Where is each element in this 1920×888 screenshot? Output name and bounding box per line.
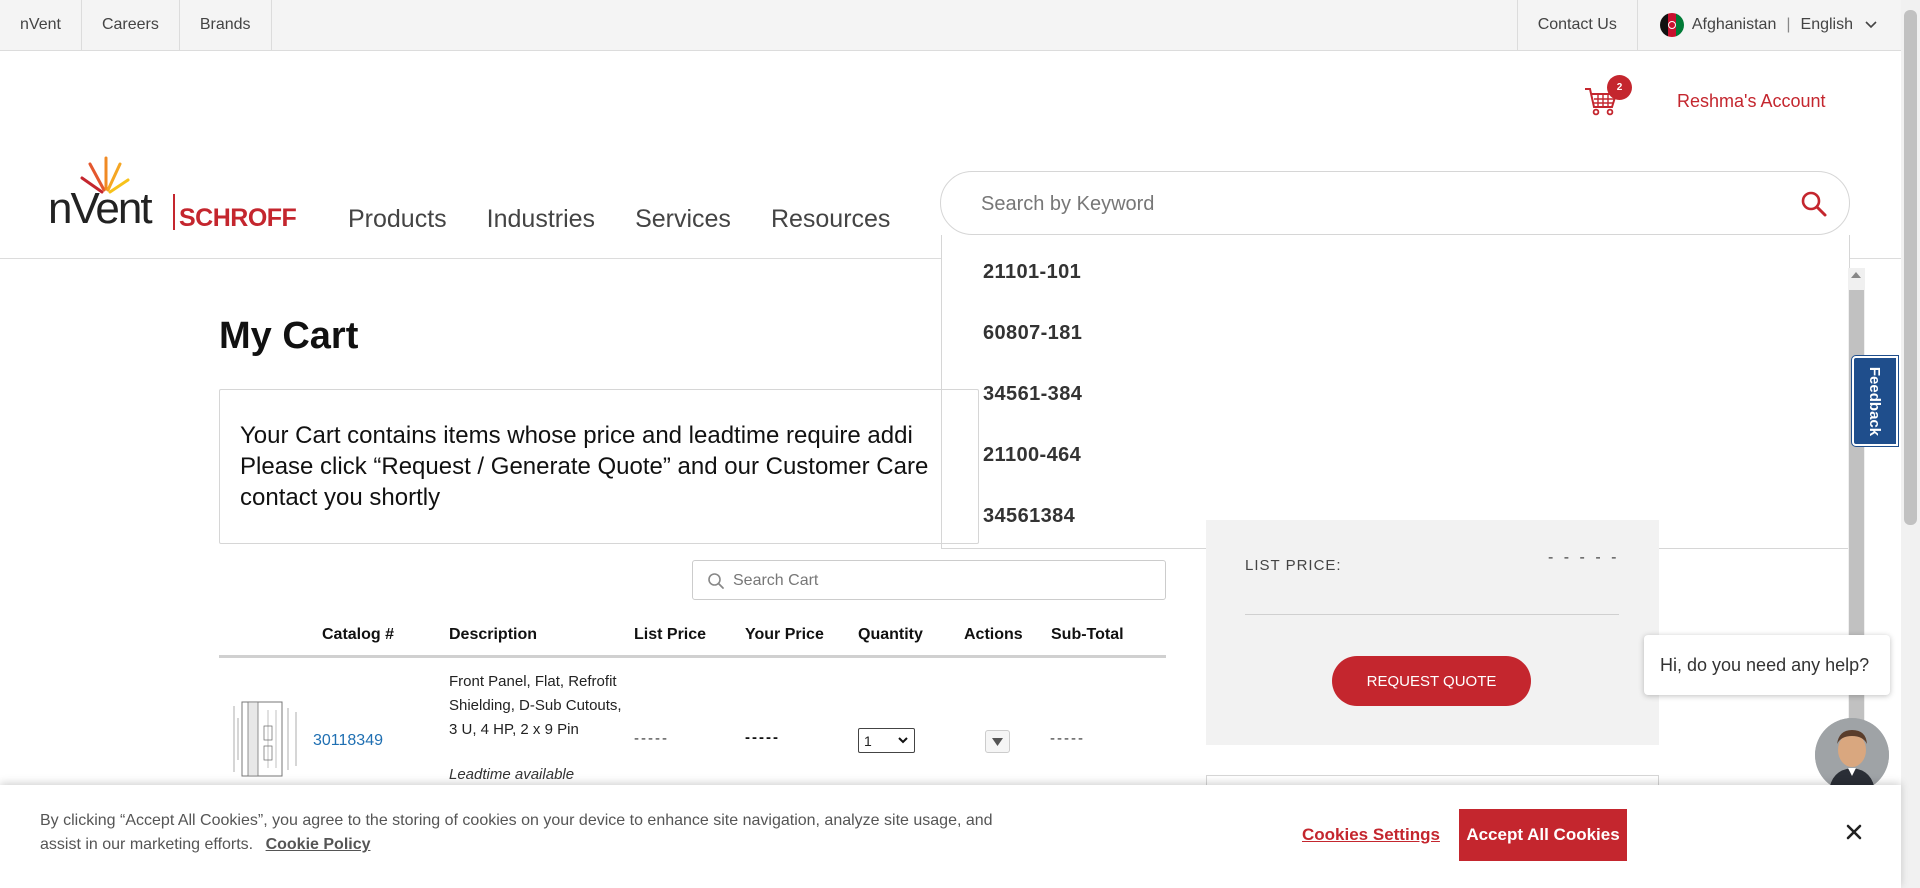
util-link-careers[interactable]: Careers: [82, 0, 180, 50]
cookie-consent-message: By clicking “Accept All Cookies”, you ag…: [40, 812, 993, 853]
column-header-quantity: Quantity: [858, 626, 923, 643]
chevron-down-icon: [1865, 21, 1877, 29]
column-header-subtotal: Sub-Total: [1051, 626, 1124, 643]
leadtime-label: Leadtime available: [449, 766, 575, 783]
nvent-schroff-logo[interactable]: nVent SCHROFF: [48, 152, 298, 233]
page-title: My Cart: [219, 315, 359, 357]
column-header-list-price: List Price: [634, 626, 707, 643]
search-suggestion-item[interactable]: 21100-464: [983, 444, 1081, 467]
search-icon[interactable]: [1799, 189, 1829, 219]
subtotal-value: -----: [1050, 730, 1085, 747]
close-icon[interactable]: [1843, 821, 1865, 843]
accept-all-cookies-button[interactable]: Accept All Cookies: [1459, 809, 1627, 861]
util-link-nvent[interactable]: nVent: [0, 0, 82, 50]
notice-line: Please click “Request / Generate Quote” …: [240, 453, 929, 480]
quantity-select[interactable]: 1: [858, 728, 915, 753]
product-description: Front Panel, Flat, Refrofit Shielding, D…: [449, 673, 622, 738]
utility-bar: nVent Careers Brands Contact Us Afghanis…: [0, 0, 1901, 51]
account-link[interactable]: Reshma's Account: [1677, 91, 1826, 112]
chat-agent-avatar[interactable]: [1815, 718, 1889, 792]
main-navigation: Products Industries Services Resources: [348, 205, 890, 234]
column-header-your-price: Your Price: [745, 626, 824, 643]
chat-greeting-bubble[interactable]: Hi, do you need any help?: [1644, 635, 1890, 695]
caret-down-icon: [992, 737, 1003, 746]
quote-required-notice: Your Cart contains items whose price and…: [219, 389, 979, 544]
search-suggestions-dropdown: 21101-101 60807-181 34561-384 21100-464 …: [941, 235, 1850, 549]
cookie-consent-text: By clicking “Accept All Cookies”, you ag…: [40, 809, 1020, 857]
nav-products[interactable]: Products: [348, 205, 447, 234]
search-suggestion-item[interactable]: 34561-384: [983, 383, 1082, 406]
product-drawing-image: [233, 701, 297, 777]
language-label: English: [1800, 16, 1853, 33]
nav-resources[interactable]: Resources: [771, 205, 891, 234]
scroll-up-arrow-icon[interactable]: [1851, 272, 1861, 278]
search-suggestion-item[interactable]: 21101-101: [983, 261, 1081, 284]
cart-count-badge: 2: [1607, 75, 1632, 100]
search-suggestion-item[interactable]: 34561384: [983, 505, 1075, 528]
column-header-description: Description: [449, 626, 538, 643]
cart-search-box: [692, 560, 1166, 600]
page-scrollbar[interactable]: [1901, 0, 1920, 888]
notice-line: Your Cart contains items whose price and…: [240, 422, 913, 449]
cookies-settings-link[interactable]: Cookies Settings: [1302, 825, 1440, 845]
logo-divider: [173, 194, 175, 230]
nav-industries[interactable]: Industries: [487, 205, 595, 234]
contact-us-link[interactable]: Contact Us: [1516, 0, 1637, 50]
country-label: Afghanistan: [1691, 16, 1777, 33]
utility-nav-right: Contact Us Afghanistan | English: [1516, 0, 1901, 50]
quantity-value: 1: [864, 732, 872, 749]
logo-sub-brand-text: SCHROFF: [179, 204, 297, 232]
cookie-policy-link[interactable]: Cookie Policy: [266, 836, 371, 853]
afghanistan-flag-icon: [1659, 13, 1684, 37]
feedback-label: Feedback: [1866, 366, 1884, 436]
utility-nav-left: nVent Careers Brands: [0, 0, 272, 50]
cart-search-input[interactable]: [733, 570, 1153, 592]
row-actions-button[interactable]: [985, 730, 1010, 753]
keyword-search-box: [940, 171, 1850, 235]
your-price-value: -----: [745, 729, 780, 746]
list-price-value: -----: [634, 730, 669, 747]
nav-services[interactable]: Services: [635, 205, 731, 234]
column-header-catalog: Catalog #: [322, 626, 395, 643]
chevron-down-icon: [898, 737, 908, 744]
summary-list-price-label: LIST PRICE:: [1245, 557, 1342, 574]
keyword-search-input[interactable]: [981, 190, 1761, 218]
country-language-separator: |: [1786, 16, 1791, 33]
notice-line: contact you shortly: [240, 484, 441, 511]
content-scrollbar[interactable]: [1848, 268, 1865, 788]
summary-divider: [1245, 614, 1619, 615]
order-summary-panel: LIST PRICE: - - - - -: [1206, 520, 1659, 745]
summary-list-price-value: - - - - -: [1548, 549, 1620, 566]
search-suggestion-item[interactable]: 60807-181: [983, 322, 1082, 345]
search-icon: [708, 573, 724, 589]
catalog-number-link[interactable]: 30118349: [313, 732, 383, 750]
page-scrollbar-thumb[interactable]: [1904, 10, 1917, 525]
util-link-brands[interactable]: Brands: [180, 0, 272, 50]
country-language-selector[interactable]: Afghanistan | English: [1636, 0, 1901, 50]
agent-portrait-icon: [1815, 718, 1889, 792]
column-header-actions: Actions: [964, 626, 1023, 643]
logo-brand-text: nVent: [48, 184, 153, 233]
request-quote-button[interactable]: REQUEST QUOTE: [1332, 656, 1531, 706]
feedback-tab[interactable]: Feedback: [1852, 356, 1898, 446]
cart-table-header: Catalog # Description List Price Your Pr…: [219, 624, 1166, 658]
cookie-consent-banner: By clicking “Accept All Cookies”, you ag…: [0, 785, 1901, 888]
